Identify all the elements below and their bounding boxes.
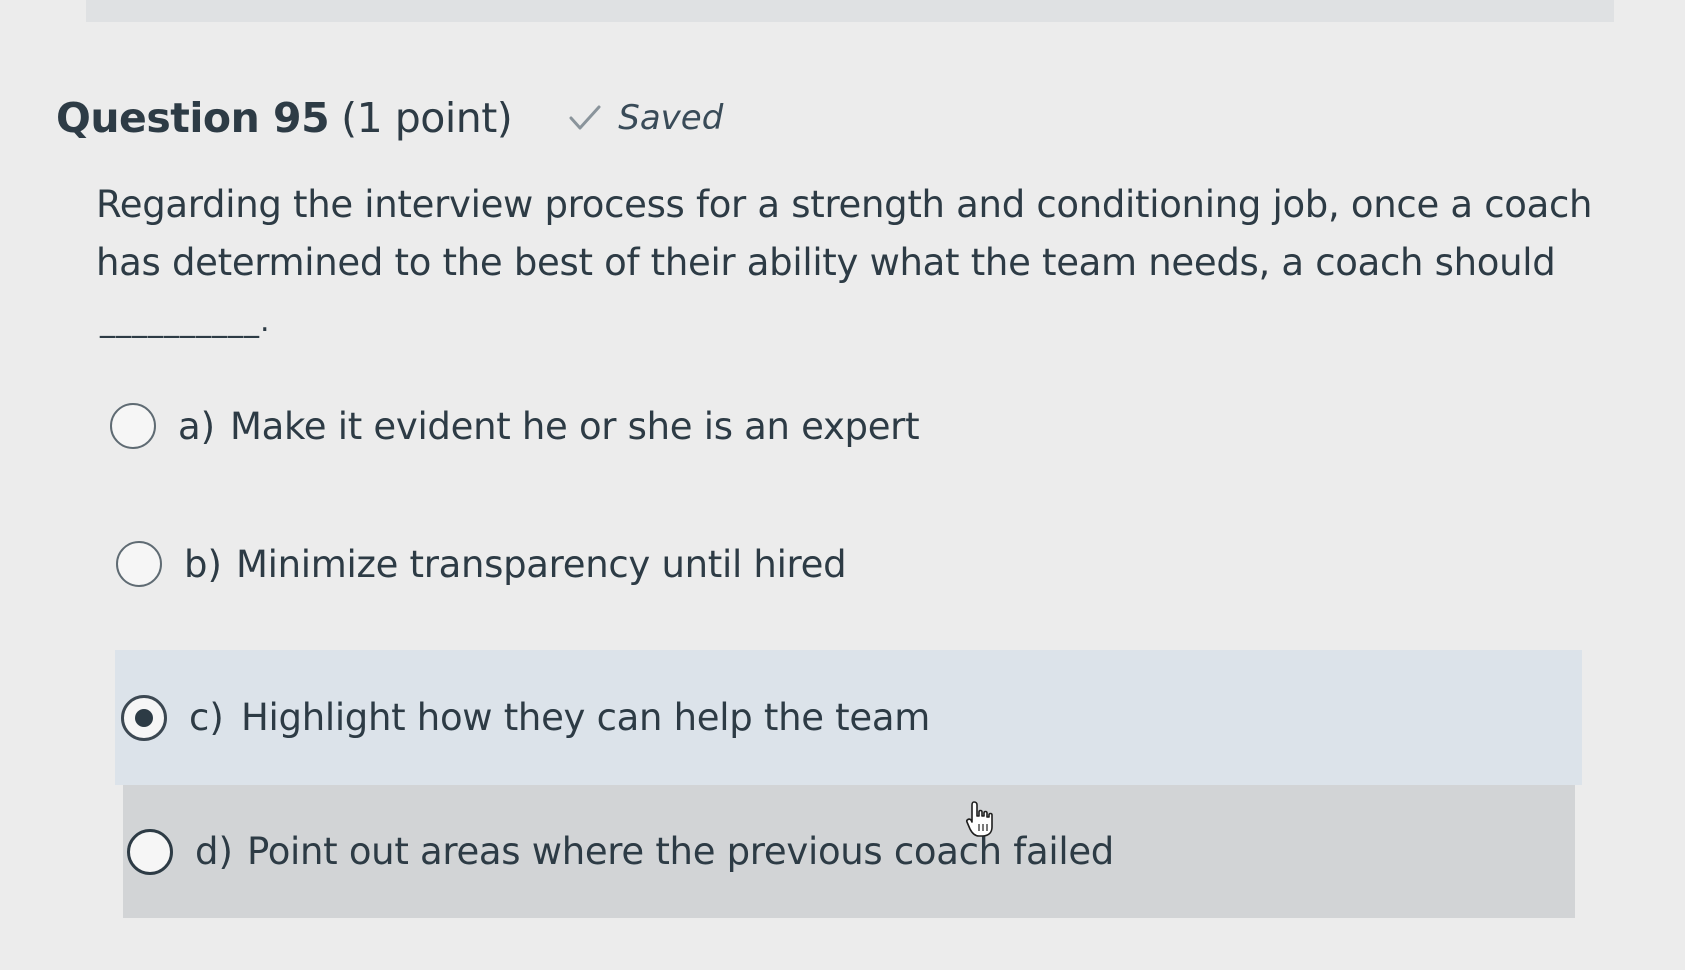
checkmark-icon bbox=[569, 105, 601, 130]
radio-button-d[interactable] bbox=[127, 828, 173, 875]
answer-blank: __________. bbox=[100, 304, 271, 339]
saved-indicator: Saved bbox=[568, 98, 723, 138]
answer-option-a[interactable]: a) Make it evident he or she is an exper… bbox=[110, 400, 1410, 452]
answer-letter-d: d) bbox=[195, 830, 233, 873]
question-header: Question 95 (1 point) Saved bbox=[56, 88, 723, 148]
answer-letter-a: a) bbox=[178, 404, 216, 448]
radio-button-a[interactable] bbox=[110, 403, 156, 449]
top-panel-edge bbox=[86, 0, 1614, 22]
answer-text-c: Highlight how they can help the team bbox=[241, 696, 930, 739]
radio-button-b[interactable] bbox=[116, 541, 162, 587]
question-points: (1 point) bbox=[341, 94, 513, 142]
saved-status: Saved bbox=[618, 98, 724, 138]
question-title: Question 95 bbox=[56, 94, 330, 142]
answer-text-b: Minimize transparency until hired bbox=[236, 542, 847, 586]
radio-button-c-selected[interactable] bbox=[121, 694, 167, 741]
question-text: Regarding the interview process for a st… bbox=[96, 183, 1593, 284]
answer-option-d[interactable]: d) Point out areas where the previous co… bbox=[123, 785, 1575, 918]
answer-letter-b: b) bbox=[184, 542, 222, 586]
answer-letter-c: c) bbox=[189, 696, 224, 739]
answer-text-a: Make it evident he or she is an expert bbox=[230, 404, 920, 448]
answer-option-c[interactable]: c) Highlight how they can help the team bbox=[115, 650, 1582, 785]
hand-cursor-icon bbox=[966, 801, 993, 837]
answer-option-b[interactable]: b) Minimize transparency until hired bbox=[116, 538, 1416, 590]
